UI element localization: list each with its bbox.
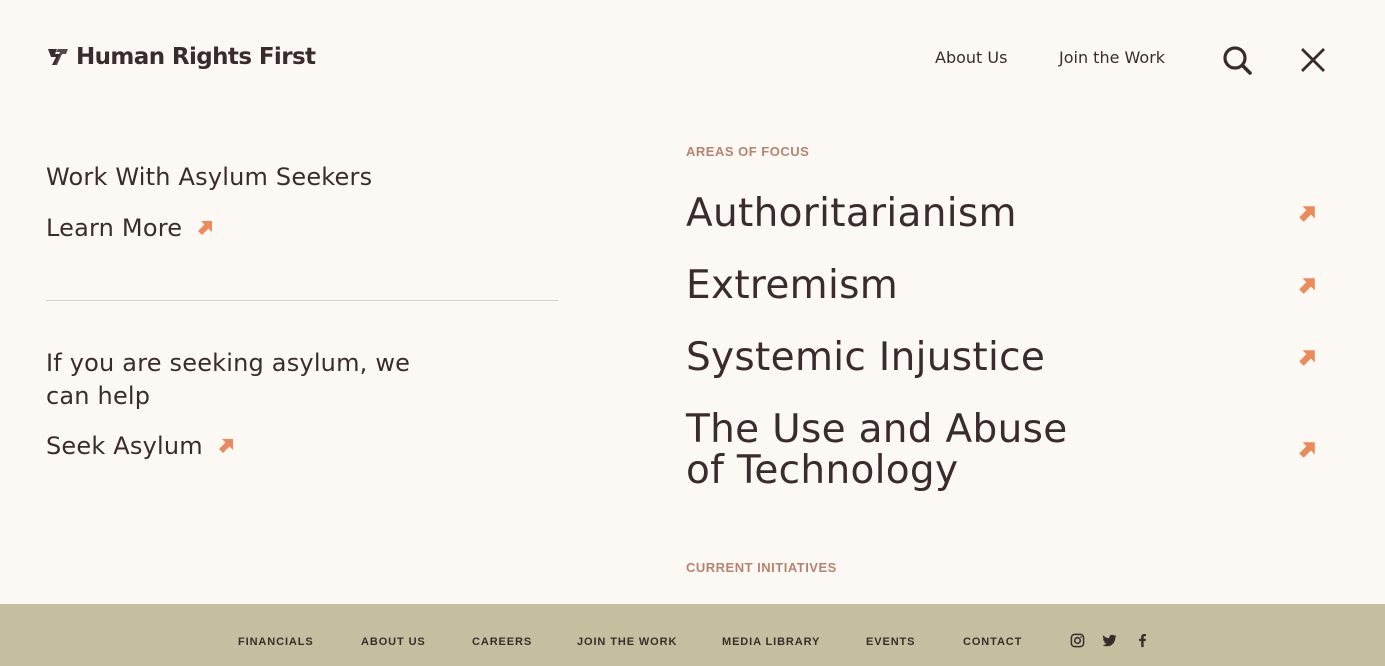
focus-item-extremism[interactable]: Extremism bbox=[686, 265, 1320, 306]
search-button[interactable] bbox=[1221, 44, 1253, 76]
areas-of-focus-label: AREAS OF FOCUS bbox=[686, 144, 810, 159]
footer: FINANCIALS ABOUT US CAREERS JOIN THE WOR… bbox=[0, 604, 1385, 666]
facebook-icon bbox=[1139, 633, 1146, 648]
focus-item-systemic-injustice[interactable]: Systemic Injustice bbox=[686, 337, 1320, 378]
footer-link-contact[interactable]: CONTACT bbox=[963, 636, 1022, 648]
twitter-link[interactable] bbox=[1102, 633, 1117, 648]
asylum-seekers-heading: Work With Asylum Seekers bbox=[46, 163, 373, 191]
footer-link-careers[interactable]: CAREERS bbox=[472, 636, 532, 648]
nav-about-us[interactable]: About Us bbox=[935, 48, 1007, 67]
facebook-link[interactable] bbox=[1135, 633, 1150, 648]
arrow-icon bbox=[218, 439, 233, 453]
close-menu-button[interactable] bbox=[1297, 44, 1329, 76]
footer-link-about-us[interactable]: ABOUT US bbox=[361, 636, 426, 648]
focus-item-technology[interactable]: The Use and Abuse of Technology bbox=[686, 409, 1320, 491]
focus-item-label: Authoritarianism bbox=[686, 191, 1017, 236]
arrow-icon bbox=[1299, 277, 1315, 294]
instagram-link[interactable] bbox=[1070, 633, 1085, 648]
footer-link-media-library[interactable]: MEDIA LIBRARY bbox=[722, 636, 820, 648]
learn-more-link[interactable]: Learn More bbox=[46, 214, 214, 242]
logo-mark-icon bbox=[48, 49, 68, 65]
twitter-icon bbox=[1102, 634, 1117, 647]
nav-join-the-work[interactable]: Join the Work bbox=[1059, 48, 1165, 67]
arrow-icon bbox=[198, 221, 213, 235]
search-icon bbox=[1223, 46, 1252, 75]
current-initiatives-label: CURRENT INITIATIVES bbox=[686, 560, 837, 575]
seeking-asylum-heading: If you are seeking asylum, we can help bbox=[46, 349, 411, 410]
arrow-icon bbox=[1299, 442, 1315, 458]
footer-link-join-the-work[interactable]: JOIN THE WORK bbox=[577, 636, 677, 648]
footer-link-financials[interactable]: FINANCIALS bbox=[238, 636, 314, 648]
footer-link-events[interactable]: EVENTS bbox=[866, 636, 915, 648]
focus-item-label: The Use and Abuse of Technology bbox=[686, 407, 1068, 493]
instagram-icon bbox=[1070, 633, 1085, 648]
logo-link[interactable]: Human Rights First bbox=[46, 44, 316, 70]
seek-asylum-link[interactable]: Seek Asylum bbox=[46, 432, 235, 460]
arrow-icon bbox=[1299, 205, 1315, 222]
focus-item-label: Extremism bbox=[686, 263, 899, 308]
close-icon bbox=[1301, 48, 1325, 72]
learn-more-label: Learn More bbox=[46, 214, 183, 242]
seek-asylum-label: Seek Asylum bbox=[46, 432, 203, 460]
focus-item-label: Systemic Injustice bbox=[686, 335, 1046, 380]
logo-text: Human Rights First bbox=[76, 44, 316, 70]
divider bbox=[46, 300, 558, 301]
arrow-icon bbox=[1299, 349, 1315, 366]
focus-item-authoritarianism[interactable]: Authoritarianism bbox=[686, 193, 1320, 234]
